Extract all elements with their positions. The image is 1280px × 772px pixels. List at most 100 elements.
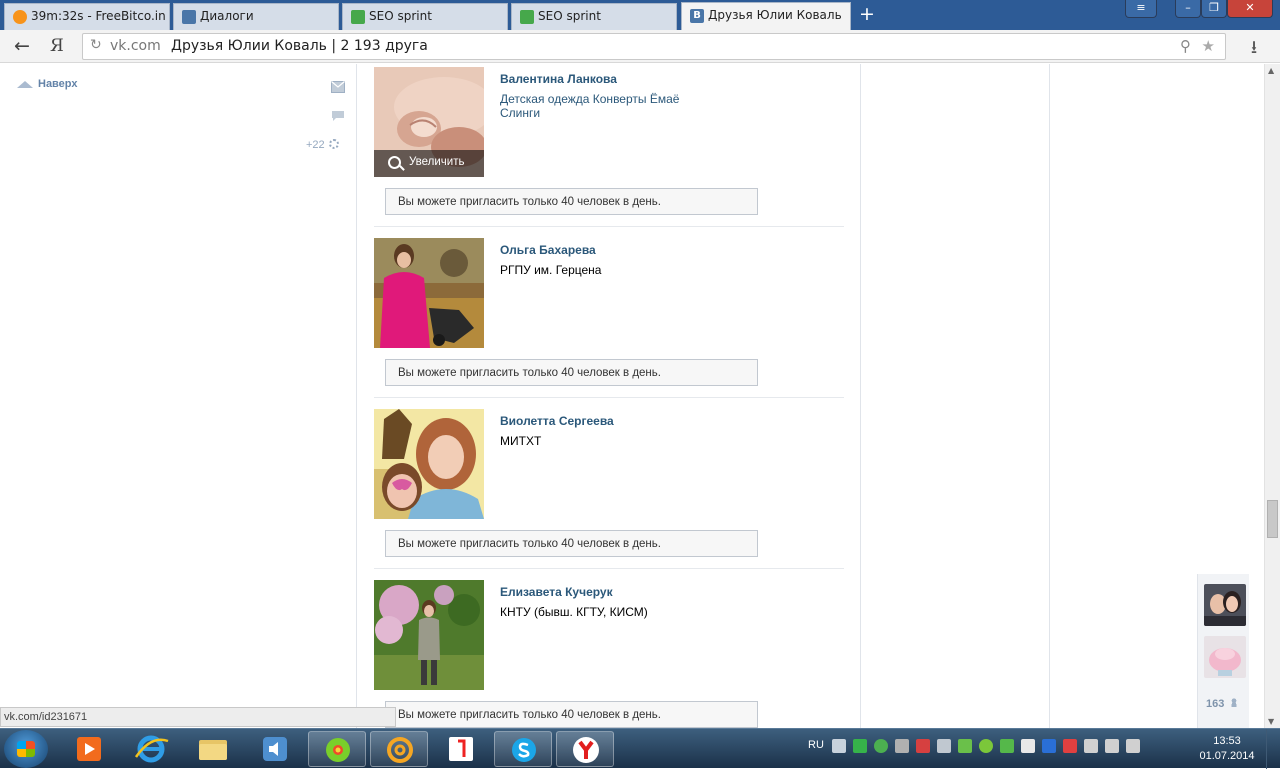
enlarge-photo-button[interactable]: Увеличить xyxy=(374,150,484,177)
friend-info: МИТХТ xyxy=(500,434,542,448)
friend-info: РГПУ им. Герцена xyxy=(500,263,602,277)
bitcoin-icon xyxy=(13,10,27,24)
status-url-bubble: vk.com/id231671 xyxy=(0,707,396,727)
friend-avatar[interactable] xyxy=(374,580,484,690)
friend-item: Виолетта Сергеева МИТХТ Вы можете пригла… xyxy=(374,409,844,580)
page-content: Наверх +22 Увеличить Валентина Ланкова Д… xyxy=(0,64,1264,728)
internet-explorer-icon[interactable] xyxy=(122,731,180,767)
show-desktop-button[interactable] xyxy=(1266,729,1280,769)
tab-freebitcoin[interactable]: 39m:32s - FreeBitco.in xyxy=(4,3,170,30)
tray-download-icon[interactable] xyxy=(1000,739,1014,753)
divider xyxy=(374,226,844,227)
clock-date: 01.07.2014 xyxy=(1199,750,1255,762)
online-friends-counter[interactable]: 163 xyxy=(1206,698,1239,710)
tray-app-icon[interactable] xyxy=(853,739,867,753)
tab-seosprint-2[interactable]: SEO sprint xyxy=(511,3,677,30)
system-tray xyxy=(832,739,1140,753)
tab-label: SEO sprint xyxy=(538,9,601,23)
tab-dialogs[interactable]: Диалоги xyxy=(173,3,339,30)
friend-name[interactable]: Виолетта Сергеева xyxy=(500,414,614,428)
skype-icon[interactable] xyxy=(494,731,552,767)
scroll-to-top-button[interactable]: Наверх xyxy=(17,78,78,90)
url-page-title: Друзья Юлии Коваль | 2 193 друга xyxy=(171,38,428,54)
tab-vk-friends[interactable]: В Друзья Юлии Коваль xyxy=(681,2,851,30)
woman-in-garden-photo xyxy=(374,580,484,690)
yandex-button[interactable]: Я xyxy=(50,35,68,57)
tray-cursor-icon[interactable] xyxy=(1021,739,1035,753)
mail-icon[interactable] xyxy=(331,81,345,93)
bookmark-star-icon[interactable]: ★ xyxy=(1202,37,1215,55)
windows-taskbar: RU 13:53 01.07.2014 xyxy=(0,728,1280,769)
system-clock[interactable]: 13:53 01.07.2014 xyxy=(1196,734,1258,764)
magnifier-icon xyxy=(388,156,401,169)
download-icon[interactable]: ⭳ xyxy=(1244,35,1264,58)
icq-icon[interactable] xyxy=(308,731,366,767)
friend-avatar[interactable] xyxy=(374,238,484,348)
gear-icon[interactable] xyxy=(328,139,339,149)
power-icon[interactable] xyxy=(1105,739,1119,753)
invite-limit-notice: Вы можете пригласить только 40 человек в… xyxy=(385,359,758,386)
new-tab-button[interactable]: + xyxy=(855,4,879,26)
left-column: Наверх +22 xyxy=(0,64,357,728)
tray-security-icon[interactable] xyxy=(1063,739,1077,753)
reload-icon[interactable]: ↻ xyxy=(90,37,102,53)
scroll-down-arrow[interactable]: ▼ xyxy=(1268,717,1274,726)
invite-limit-notice: Вы можете пригласить только 40 человек в… xyxy=(385,701,758,728)
tray-tool-icon[interactable] xyxy=(895,739,909,753)
chat-contact-avatar[interactable] xyxy=(1204,584,1246,626)
friends-list: Увеличить Валентина Ланкова Детская одеж… xyxy=(358,64,860,728)
tray-arrow-icon[interactable] xyxy=(832,739,846,753)
bluetooth-icon[interactable] xyxy=(1042,739,1056,753)
page-scrollbar[interactable]: ▲ ▼ xyxy=(1264,64,1280,728)
tray-check-icon[interactable] xyxy=(958,739,972,753)
zoom-icon[interactable]: ⚲ xyxy=(1180,37,1191,55)
tray-alert-icon[interactable] xyxy=(916,739,930,753)
clock-time: 13:53 xyxy=(1213,735,1241,747)
volume-mixer-icon[interactable] xyxy=(246,731,304,767)
friend-info: КНТУ (бывш. КГТУ, КИСМ) xyxy=(500,605,648,619)
start-button[interactable] xyxy=(4,730,48,768)
speaker-icon[interactable] xyxy=(1084,739,1098,753)
divider xyxy=(374,397,844,398)
tray-monitor-icon[interactable] xyxy=(937,739,951,753)
tray-evernote-icon[interactable] xyxy=(874,739,888,753)
scroll-up-arrow[interactable]: ▲ xyxy=(1268,66,1274,75)
address-bar[interactable]: ↻ vk.com Друзья Юлии Коваль | 2 193 друг… xyxy=(82,33,1226,60)
tab-label: 39m:32s - FreeBitco.in xyxy=(31,9,166,23)
back-button[interactable]: ← xyxy=(14,35,36,57)
chat-contact-avatar[interactable] xyxy=(1204,636,1246,678)
invite-limit-notice: Вы можете пригласить только 40 человек в… xyxy=(385,530,758,557)
friend-item: Елизавета Кучерук КНТУ (бывш. КГТУ, КИСМ… xyxy=(374,580,844,728)
user-icon xyxy=(1230,698,1239,707)
mail-agent-icon[interactable] xyxy=(370,731,428,767)
maximize-button[interactable]: ❐ xyxy=(1201,0,1227,18)
up-arrow-icon xyxy=(17,81,33,88)
yandex-browser-icon[interactable] xyxy=(556,731,614,767)
enlarge-label: Увеличить xyxy=(409,156,465,168)
minimize-button[interactable]: – xyxy=(1175,0,1201,18)
tab-seosprint-1[interactable]: SEO sprint xyxy=(342,3,508,30)
tray-icq-icon[interactable] xyxy=(979,739,993,753)
network-icon[interactable] xyxy=(1126,739,1140,753)
friend-avatar[interactable]: Увеличить xyxy=(374,67,484,177)
tab-label: Друзья Юлии Коваль xyxy=(708,8,842,22)
browser-toolbar: ← Я ↻ vk.com Друзья Юлии Коваль | 2 193 … xyxy=(0,30,1280,63)
media-player-icon[interactable] xyxy=(60,731,118,767)
language-indicator[interactable]: RU xyxy=(808,739,824,751)
comment-icon[interactable] xyxy=(331,110,345,122)
close-button[interactable]: ✕ xyxy=(1227,0,1273,18)
notifications-counter[interactable]: +22 xyxy=(306,139,339,151)
friend-name[interactable]: Ольга Бахарева xyxy=(500,243,596,257)
scrollbar-thumb[interactable] xyxy=(1267,500,1278,538)
friend-avatar[interactable] xyxy=(374,409,484,519)
browser-menu-button[interactable]: ≡ xyxy=(1125,0,1157,18)
friend-name[interactable]: Валентина Ланкова xyxy=(500,72,617,86)
file-explorer-icon[interactable] xyxy=(184,731,242,767)
friend-name[interactable]: Елизавета Кучерук xyxy=(500,585,613,599)
yandex-search-icon[interactable] xyxy=(432,731,490,767)
right-column xyxy=(860,64,1050,728)
tab-label: SEO sprint xyxy=(369,9,432,23)
tab-strip: 39m:32s - FreeBitco.in Диалоги SEO sprin… xyxy=(0,0,1280,30)
friend-item: Увеличить Валентина Ланкова Детская одеж… xyxy=(374,67,844,238)
friend-info-link[interactable]: Детская одежда Конверты Ёмаё Слинги xyxy=(500,92,710,120)
